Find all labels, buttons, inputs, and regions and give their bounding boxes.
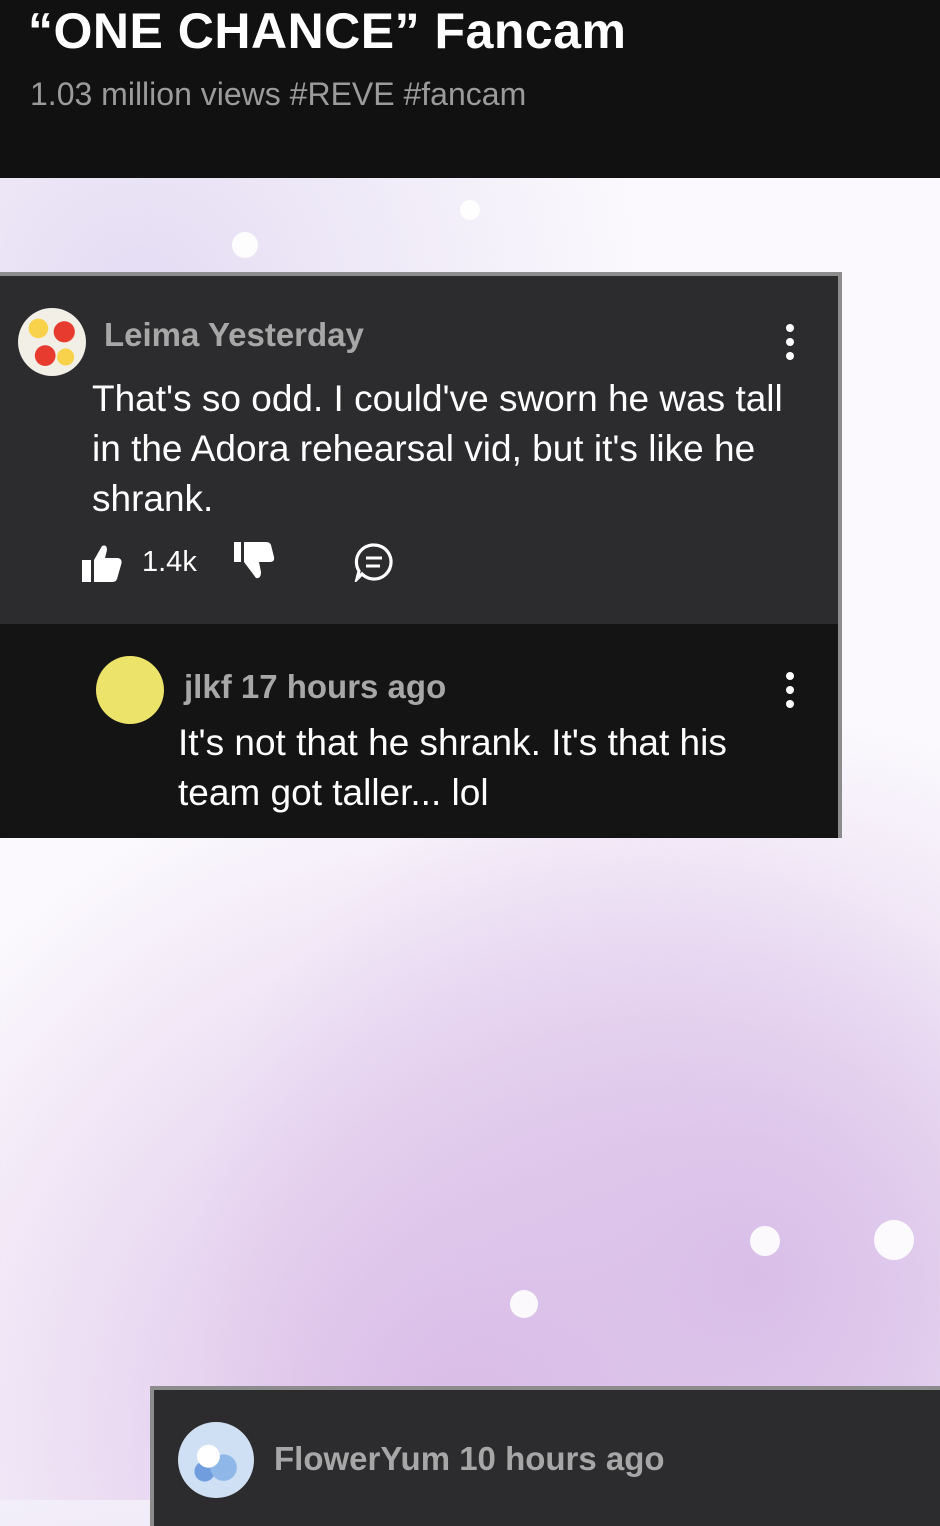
thumbs-down-icon[interactable] (232, 540, 276, 582)
comment-card: Leima Yesterday That's so odd. I could'v… (0, 272, 842, 838)
reply-comment: jlkf 17 hours ago It's not that he shran… (0, 624, 838, 838)
like-count: 1.4k (142, 546, 197, 578)
reply-bubble-icon[interactable] (354, 542, 394, 582)
background-sparkle (874, 1220, 914, 1260)
reply-text: It's not that he shrank. It's that his t… (178, 722, 727, 813)
background-sparkle (232, 232, 258, 258)
more-vert-icon[interactable] (778, 670, 802, 710)
thumbs-up-icon[interactable] (80, 542, 124, 584)
avatar[interactable] (18, 308, 86, 376)
reply-author-time: jlkf 17 hours ago (184, 668, 447, 705)
more-vert-icon[interactable] (778, 322, 802, 362)
post-stats: 1.03 million views #REVE #fancam (30, 76, 527, 112)
avatar[interactable] (96, 656, 164, 724)
avatar[interactable] (178, 1422, 254, 1498)
background-sparkle (460, 200, 480, 220)
background-sparkle (510, 1290, 538, 1318)
background-sparkle (750, 1226, 780, 1256)
comment-author-time: Leima Yesterday (104, 316, 364, 353)
comment-text: That's so odd. I could've sworn he was t… (92, 378, 783, 519)
comment-card: FlowerYum 10 hours ago (150, 1386, 940, 1526)
post-title: “ONE CHANCE” Fancam (28, 3, 627, 59)
post-header: “ONE CHANCE” Fancam 1.03 million views #… (0, 0, 940, 178)
comment-author-time: FlowerYum 10 hours ago (274, 1440, 665, 1477)
